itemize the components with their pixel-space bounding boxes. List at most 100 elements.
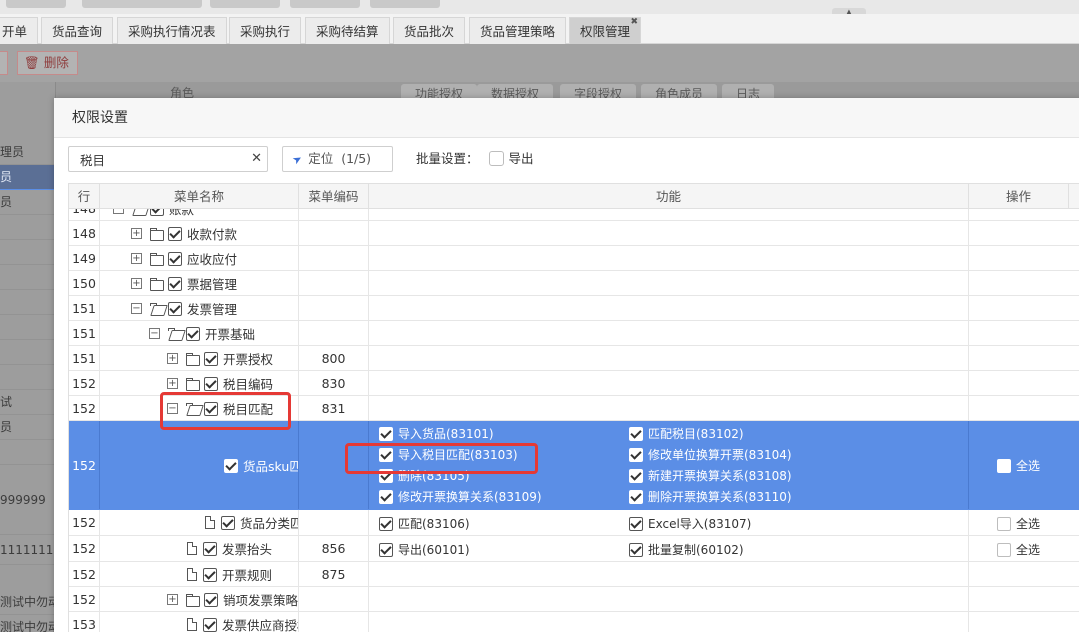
collapse-icon[interactable]: − <box>113 209 124 214</box>
tab-purchase-settle[interactable]: 采购待结算 <box>305 17 390 44</box>
checkbox[interactable] <box>997 458 1011 473</box>
header-menu-name[interactable]: 菜单名称 <box>100 184 299 209</box>
checkbox[interactable] <box>203 617 217 632</box>
checkbox[interactable] <box>168 226 182 241</box>
checkbox[interactable] <box>203 567 217 582</box>
checkbox[interactable] <box>379 489 393 504</box>
role-list-item[interactable]: 999999 <box>0 465 56 535</box>
role-list-item[interactable] <box>0 240 56 265</box>
table-row[interactable]: 152 发票抬头 856 导出(60101) 批量复制(60102) 全选 <box>69 536 1079 562</box>
expand-icon[interactable]: + <box>167 594 178 605</box>
checkbox[interactable] <box>629 489 643 504</box>
tab-goods-batch[interactable]: 货品批次 <box>393 17 466 44</box>
delete-button[interactable]: 🗑 删除 <box>17 51 78 75</box>
checkbox[interactable] <box>168 276 182 291</box>
checkbox[interactable] <box>204 401 218 416</box>
select-all[interactable]: 全选 <box>997 457 1040 474</box>
checkbox[interactable] <box>204 376 218 391</box>
role-list-item[interactable]: 理员 <box>0 140 56 165</box>
checkbox[interactable] <box>629 447 643 462</box>
role-list-item[interactable] <box>0 340 56 365</box>
checkbox[interactable] <box>204 351 218 366</box>
table-row[interactable]: 152 − 税目匹配 831 <box>69 396 1079 421</box>
collapse-icon[interactable]: − <box>149 328 160 339</box>
role-list-item[interactable]: 测试中勿动 <box>0 590 56 615</box>
tab-open-order[interactable]: 开单 <box>0 17 39 44</box>
table-row[interactable]: 150 + 票据管理 <box>69 271 1079 296</box>
table-row[interactable]: 152 + 销项发票策略 <box>69 587 1079 612</box>
checkbox[interactable] <box>379 426 393 441</box>
table-row[interactable]: 152 货品分类匹配 匹配(83106) Excel导入(83107) 全选 <box>69 510 1079 536</box>
checkbox[interactable] <box>203 541 217 556</box>
function-item[interactable]: 导入税目匹配(83103) <box>379 446 518 463</box>
function-item[interactable]: 导出(60101) <box>379 541 470 558</box>
checkbox[interactable] <box>379 447 393 462</box>
role-list-item[interactable] <box>0 215 56 240</box>
select-all[interactable]: 全选 <box>997 541 1040 558</box>
checkbox[interactable] <box>379 468 393 483</box>
toolbar-button[interactable] <box>0 51 8 75</box>
role-list-item[interactable] <box>0 365 56 390</box>
checkbox[interactable] <box>379 542 393 557</box>
checkbox[interactable] <box>629 468 643 483</box>
expand-icon[interactable]: + <box>131 278 142 289</box>
role-list-item[interactable] <box>0 290 56 315</box>
checkbox[interactable] <box>629 516 643 531</box>
checkbox[interactable] <box>150 209 164 216</box>
function-item[interactable]: 删除(83105) <box>379 467 470 484</box>
role-list-item[interactable]: 试 <box>0 390 56 415</box>
header-row-no[interactable]: 行 <box>69 184 100 209</box>
role-list-item[interactable]: 员 <box>0 165 56 190</box>
role-list-item[interactable]: 测试中勿动 <box>0 615 56 632</box>
role-list-item[interactable]: 员 <box>0 190 56 215</box>
table-row[interactable]: 152 开票规则 875 <box>69 562 1079 587</box>
function-item[interactable]: 修改单位换算开票(83104) <box>629 446 792 463</box>
table-row-selected[interactable]: 152 货品sku匹配 导入货品(83101) 匹配税目(83102) 导入税目… <box>69 421 1079 510</box>
header-function[interactable]: 功能 <box>369 184 969 209</box>
role-list-item[interactable]: 员 <box>0 415 56 440</box>
locate-button[interactable]: ➤ 定位 (1/5) <box>282 146 393 172</box>
checkbox[interactable] <box>204 592 218 607</box>
role-list-item[interactable] <box>0 440 56 465</box>
checkbox[interactable] <box>186 326 200 341</box>
checkbox[interactable] <box>629 542 643 557</box>
function-item[interactable]: 删除开票换算关系(83110) <box>629 488 792 505</box>
function-item[interactable]: 匹配税目(83102) <box>629 425 744 442</box>
tab-goods-query[interactable]: 货品查询 <box>41 17 114 44</box>
checkbox[interactable] <box>997 542 1011 557</box>
tab-purchase-exec[interactable]: 采购执行 <box>229 17 302 44</box>
header-operation[interactable]: 操作 <box>969 184 1069 209</box>
table-row[interactable]: 149 + 应收应付 <box>69 246 1079 271</box>
expand-icon[interactable]: + <box>167 353 178 364</box>
table-row[interactable]: 151 − 发票管理 <box>69 296 1079 321</box>
expand-icon[interactable]: + <box>167 378 178 389</box>
export-checkbox[interactable] <box>488 151 504 166</box>
collapse-icon[interactable]: − <box>167 403 178 414</box>
expand-icon[interactable]: + <box>131 253 142 264</box>
search-input[interactable] <box>69 147 239 171</box>
collapse-icon[interactable]: − <box>131 303 142 314</box>
header-menu-code[interactable]: 菜单编码 <box>299 184 369 209</box>
function-item[interactable]: Excel导入(83107) <box>629 515 751 532</box>
table-row[interactable]: 148 − 账款 <box>69 209 1079 221</box>
clear-icon[interactable]: ✕ <box>251 151 262 166</box>
function-item[interactable]: 修改开票换算关系(83109) <box>379 488 542 505</box>
table-row[interactable]: 152 + 税目编码 830 <box>69 371 1079 396</box>
checkbox[interactable] <box>168 301 182 316</box>
function-item[interactable]: 批量复制(60102) <box>629 541 744 558</box>
tab-goods-policy[interactable]: 货品管理策略 <box>469 17 567 44</box>
checkbox[interactable] <box>224 458 238 473</box>
table-row[interactable]: 151 + 开票授权 800 <box>69 346 1079 371</box>
tab-purchase-report[interactable]: 采购执行情况表 <box>117 17 227 44</box>
select-all[interactable]: 全选 <box>997 515 1040 532</box>
table-row[interactable]: 153 发票供应商授权 <box>69 612 1079 632</box>
role-list-item[interactable]: 1111111 <box>0 535 56 565</box>
role-list-item[interactable] <box>0 315 56 340</box>
expand-icon[interactable]: + <box>131 228 142 239</box>
checkbox[interactable] <box>168 251 182 266</box>
checkbox[interactable] <box>221 515 235 530</box>
table-row[interactable]: 148 + 收款付款 <box>69 221 1079 246</box>
table-row[interactable]: 151 − 开票基础 <box>69 321 1079 346</box>
function-item[interactable]: 导入货品(83101) <box>379 425 494 442</box>
function-item[interactable]: 新建开票换算关系(83108) <box>629 467 792 484</box>
